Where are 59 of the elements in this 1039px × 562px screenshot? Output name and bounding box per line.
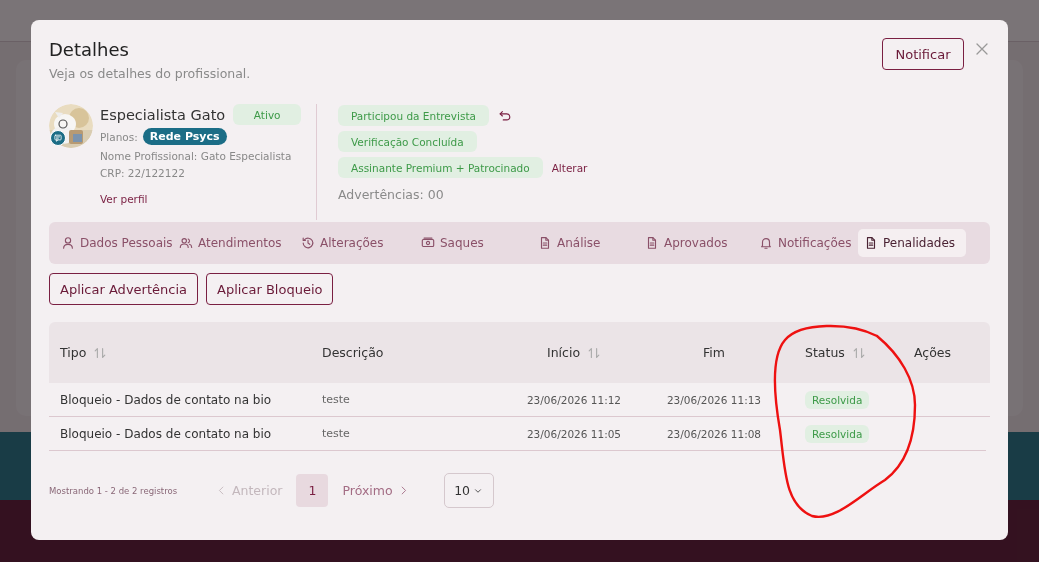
table-cell: teste — [322, 427, 350, 440]
tag-badge: Participou da Entrevista — [338, 105, 489, 126]
status-badge: Ativo — [233, 104, 302, 125]
crp-text: CRP: 22/122122 — [100, 167, 186, 179]
table-cell: 23/06/2026 11:05 — [526, 427, 622, 440]
tag-badge: Assinante Premium + Patrocinado — [338, 157, 543, 178]
document-icon — [864, 236, 878, 250]
records-summary: Mostrando 1 - 2 de 2 registros — [49, 485, 179, 496]
view-profile-link[interactable]: Ver perfil — [100, 193, 302, 205]
document-icon — [645, 236, 659, 250]
tab[interactable]: Alterações — [295, 229, 415, 257]
table-cell: teste — [322, 393, 350, 406]
sort-icon — [93, 345, 108, 360]
column-header[interactable]: Status — [779, 345, 899, 360]
status-badge: Resolvida — [805, 424, 870, 443]
tab[interactable]: Atendimentos — [173, 229, 295, 257]
sort-icon — [587, 345, 602, 360]
people-icon — [179, 236, 193, 250]
dialog-title: Detalhes — [49, 39, 130, 60]
warnings-count: Advertências: 00 — [338, 187, 445, 202]
plans-label: Planos: — [100, 130, 138, 143]
cash-icon — [421, 236, 435, 250]
action-button[interactable]: Aplicar Advertência — [49, 273, 198, 305]
professional-name-text: Nome Profissional: Gato Especialista — [100, 150, 293, 162]
table-cell: Bloqueio - Dados de contato na bio — [60, 392, 272, 407]
table-cell: 23/06/2026 11:08 — [666, 427, 762, 440]
bell-icon — [759, 236, 773, 250]
notify-button[interactable]: Notificar — [882, 38, 964, 70]
action-button[interactable]: Aplicar Bloqueio — [206, 273, 334, 305]
table-cell: 23/06/2026 11:12 — [526, 393, 622, 406]
column-header: Fim — [702, 345, 726, 360]
change-link[interactable]: Alterar — [551, 161, 588, 174]
history-icon — [301, 236, 315, 250]
professional-name: Especialista Gato — [100, 106, 226, 123]
column-header[interactable]: Tipo — [49, 345, 299, 360]
dialog-subtitle: Veja os detalhes do profissional. — [49, 66, 251, 81]
page-size-select[interactable]: 10 — [443, 473, 494, 508]
tab[interactable]: Dados Pessoais — [55, 229, 173, 257]
tab[interactable]: Saques — [415, 229, 532, 257]
document-icon — [538, 236, 552, 250]
plan-badge: Rede Psycs — [142, 128, 227, 145]
next-button[interactable]: Próximo — [340, 483, 411, 498]
column-header: Ações — [913, 345, 953, 360]
column-header[interactable]: Início — [499, 345, 649, 360]
status-badge: Resolvida — [805, 390, 870, 409]
tab[interactable]: Penalidades — [858, 229, 966, 257]
person-icon — [61, 236, 75, 250]
tab[interactable]: Aprovados — [639, 229, 753, 257]
column-header: Descrição — [321, 345, 385, 360]
sort-icon — [851, 345, 866, 360]
undo-icon — [497, 108, 512, 123]
undo-button[interactable] — [497, 108, 512, 123]
table-cell: 23/06/2026 11:13 — [666, 393, 762, 406]
page-button[interactable]: 1 — [296, 474, 329, 507]
tag-badge: Verificação Concluída — [338, 131, 477, 152]
tab[interactable]: Notificações — [753, 229, 858, 257]
tab[interactable]: Análise — [532, 229, 639, 257]
table-cell: Bloqueio - Dados de contato na bio — [60, 426, 272, 441]
close-icon — [974, 41, 990, 57]
